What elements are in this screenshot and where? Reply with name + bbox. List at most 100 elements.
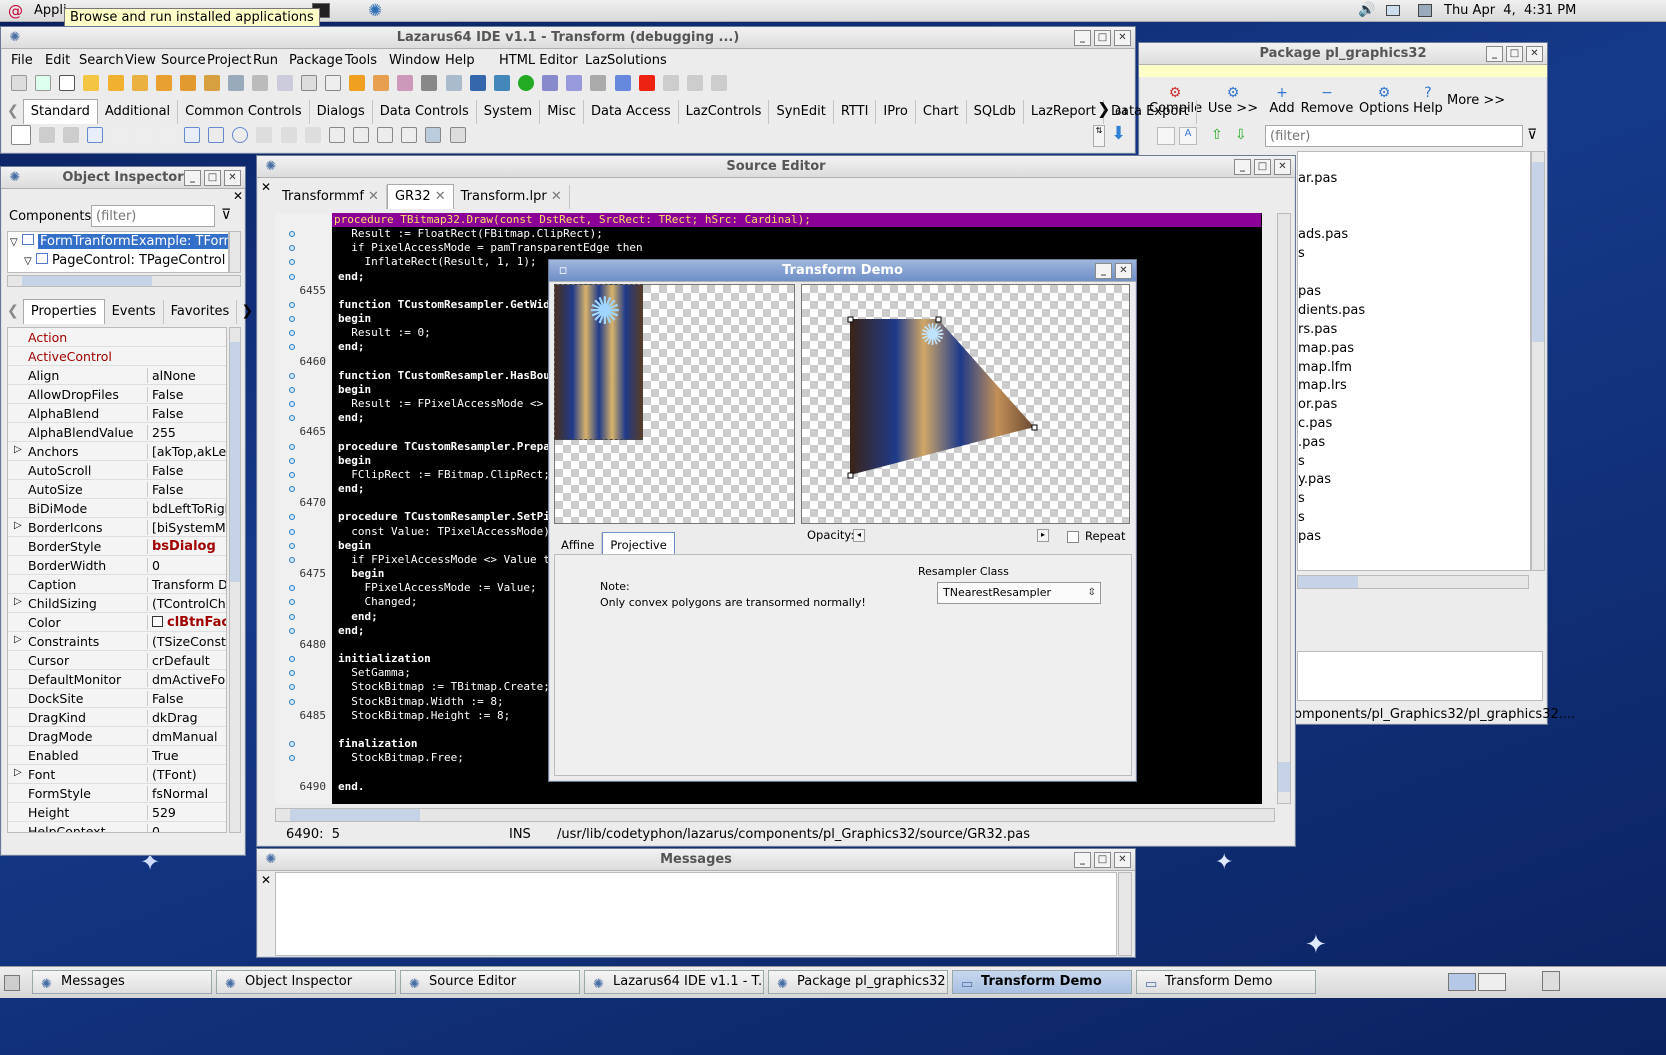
show-desktop-icon[interactable] xyxy=(4,975,20,991)
code-line[interactable]: StockBitmap := TBitmap.Create; xyxy=(338,680,550,694)
code-line[interactable]: begin xyxy=(338,383,371,397)
toggle-form-icon[interactable] xyxy=(276,75,293,91)
tree-vscroll[interactable] xyxy=(229,231,241,273)
tab-right-arrow[interactable]: ❯ xyxy=(241,303,253,319)
property-value[interactable]: bsDialog xyxy=(147,539,226,554)
property-value[interactable]: True xyxy=(147,748,226,763)
build-all-icon[interactable] xyxy=(493,75,510,91)
code-line[interactable]: function TCustomResampler.HasBoun xyxy=(338,369,557,383)
breakpoint-dot-icon[interactable] xyxy=(289,386,295,393)
close-icon[interactable]: ✕ xyxy=(1274,159,1291,175)
package-titlebar[interactable]: Package pl_graphics32 _ □ ✕ xyxy=(1139,43,1547,65)
property-value[interactable]: False xyxy=(147,691,226,706)
package-tool-icon[interactable] xyxy=(1157,127,1175,145)
expand-icon[interactable]: ▷ xyxy=(14,596,22,607)
network-icon[interactable] xyxy=(1418,4,1432,17)
property-row[interactable]: Align alNone xyxy=(8,366,226,385)
property-value[interactable]: dkDrag xyxy=(147,710,226,725)
code-line[interactable]: end; xyxy=(338,624,365,638)
save-project-icon[interactable] xyxy=(252,75,269,91)
menu-help[interactable]: Help xyxy=(445,53,475,68)
minimize-icon[interactable]: _ xyxy=(1234,159,1251,175)
property-row[interactable]: BiDiMode bdLeftToRight xyxy=(8,499,226,518)
property-row[interactable]: FormStyle fsNormal xyxy=(8,784,226,803)
property-row[interactable]: Action xyxy=(8,328,226,347)
tactionlist-icon[interactable] xyxy=(449,127,466,143)
property-row[interactable]: ▷ Anchors [akTop,akLeft xyxy=(8,442,226,461)
package-file-item[interactable]: s xyxy=(1298,491,1305,506)
tbutton-icon[interactable] xyxy=(87,127,104,143)
messages-list[interactable] xyxy=(275,872,1117,956)
messages-close-x[interactable]: ✕ xyxy=(261,873,271,887)
code-line[interactable]: initialization xyxy=(338,652,431,666)
tpopupmenu-icon[interactable] xyxy=(63,127,80,143)
package-vscroll[interactable] xyxy=(1531,151,1545,571)
tree-hscroll[interactable] xyxy=(7,275,241,287)
more-button[interactable]: More >> xyxy=(1447,93,1505,108)
taskbar-item[interactable]: ✺ Lazarus64 IDE v1.1 - T... xyxy=(584,970,764,994)
property-value[interactable]: False xyxy=(147,406,226,421)
palette-tab-standard[interactable]: Standard xyxy=(22,99,98,124)
property-row[interactable]: BorderWidth 0 xyxy=(8,556,226,575)
new-unit-icon[interactable] xyxy=(11,75,27,91)
menu-run[interactable]: Run xyxy=(253,53,278,68)
ttogglebox-icon[interactable] xyxy=(183,127,200,143)
tlistbox-icon[interactable] xyxy=(256,127,273,143)
messages-vscroll[interactable] xyxy=(1118,872,1132,956)
property-row[interactable]: HelpContext 0 xyxy=(8,822,226,832)
expand-icon[interactable]: ▷ xyxy=(14,444,22,455)
taskbar-item[interactable]: ✺ Object Inspector xyxy=(216,970,396,994)
minimize-icon[interactable]: _ xyxy=(1486,46,1503,62)
taskbar-item[interactable]: ▭ Transform Demo xyxy=(952,970,1132,994)
open-icon[interactable] xyxy=(83,75,100,91)
property-value[interactable]: (TSizeConstra xyxy=(147,634,226,649)
property-value[interactable]: False xyxy=(147,482,226,497)
property-value[interactable]: dmActiveForm xyxy=(147,672,226,687)
property-row[interactable]: ▷ BorderIcons [biSystemMe xyxy=(8,518,226,537)
use-button[interactable]: ⚙ Use >> xyxy=(1207,85,1259,116)
close-tab-icon[interactable]: ✕ xyxy=(368,189,379,204)
slider-left-arrow[interactable]: ◂ xyxy=(853,529,865,542)
component-tree[interactable]: ▽ FormTranformExample: TForm1 ▽ PageCont… xyxy=(7,231,229,273)
code-line[interactable]: finalization xyxy=(338,737,417,751)
code-line[interactable]: FClipRect := FBitmap.ClipRect; xyxy=(338,468,550,482)
property-row[interactable]: ▷ Constraints (TSizeConstra xyxy=(8,632,226,651)
palette-tab-synedit[interactable]: SynEdit xyxy=(769,100,834,124)
package-file-item[interactable]: pas xyxy=(1298,284,1321,299)
close-tab-icon[interactable]: ✕ xyxy=(551,189,562,204)
tab-left-arrow[interactable]: ❮ xyxy=(7,303,19,319)
tab-transformmf[interactable]: Transformmf ✕ xyxy=(275,185,387,209)
palette-tab-lazcontrols[interactable]: LazControls xyxy=(679,100,770,124)
workspace-switcher[interactable] xyxy=(1448,973,1476,991)
palette-tab-common-controls[interactable]: Common Controls xyxy=(178,100,310,124)
code-line[interactable]: procedure TCustomResampler.Prepar xyxy=(338,440,557,454)
package-hscroll[interactable] xyxy=(1297,575,1529,589)
breakpoint-dot-icon[interactable] xyxy=(289,457,295,464)
property-value[interactable]: (TFont) xyxy=(147,767,226,782)
property-value[interactable]: clBtnFace xyxy=(147,615,226,630)
resampler-select[interactable]: TNearestResampler ⇳ xyxy=(937,582,1101,604)
expand-icon[interactable]: ▷ xyxy=(14,767,22,778)
package-file-item[interactable]: map.lrs xyxy=(1298,378,1347,393)
code-line[interactable]: begin xyxy=(338,454,371,468)
code-line[interactable]: end; xyxy=(338,340,365,354)
property-row[interactable]: Cursor crDefault xyxy=(8,651,226,670)
tpanel-icon[interactable] xyxy=(401,127,418,143)
transform-demo-titlebar[interactable]: ▫ Transform Demo _ ✕ xyxy=(549,260,1136,282)
components-icon[interactable] xyxy=(445,75,462,91)
code-line[interactable]: Result := FloatRect(FBitmap.ClipRect); xyxy=(338,227,603,241)
maximize-icon[interactable]: □ xyxy=(1506,46,1523,62)
minimize-icon[interactable]: _ xyxy=(1074,30,1091,46)
code-line[interactable]: end; xyxy=(338,270,365,284)
property-value[interactable]: 0 xyxy=(147,824,226,832)
tmainmenu-icon[interactable] xyxy=(39,127,56,143)
volume-icon[interactable]: 🔊 xyxy=(1358,2,1375,18)
code-line[interactable]: function TCustomResampler.GetWidth xyxy=(338,298,563,312)
move-up-icon[interactable]: ⇧ xyxy=(1211,127,1223,143)
tgroupbox-icon[interactable] xyxy=(328,127,345,143)
tmemo-icon[interactable] xyxy=(159,127,176,143)
close-file-icon[interactable] xyxy=(204,75,221,91)
palette-tab-rtti[interactable]: RTTI xyxy=(834,100,877,124)
step-over-icon[interactable] xyxy=(686,75,703,91)
tframe-icon[interactable] xyxy=(425,127,442,143)
